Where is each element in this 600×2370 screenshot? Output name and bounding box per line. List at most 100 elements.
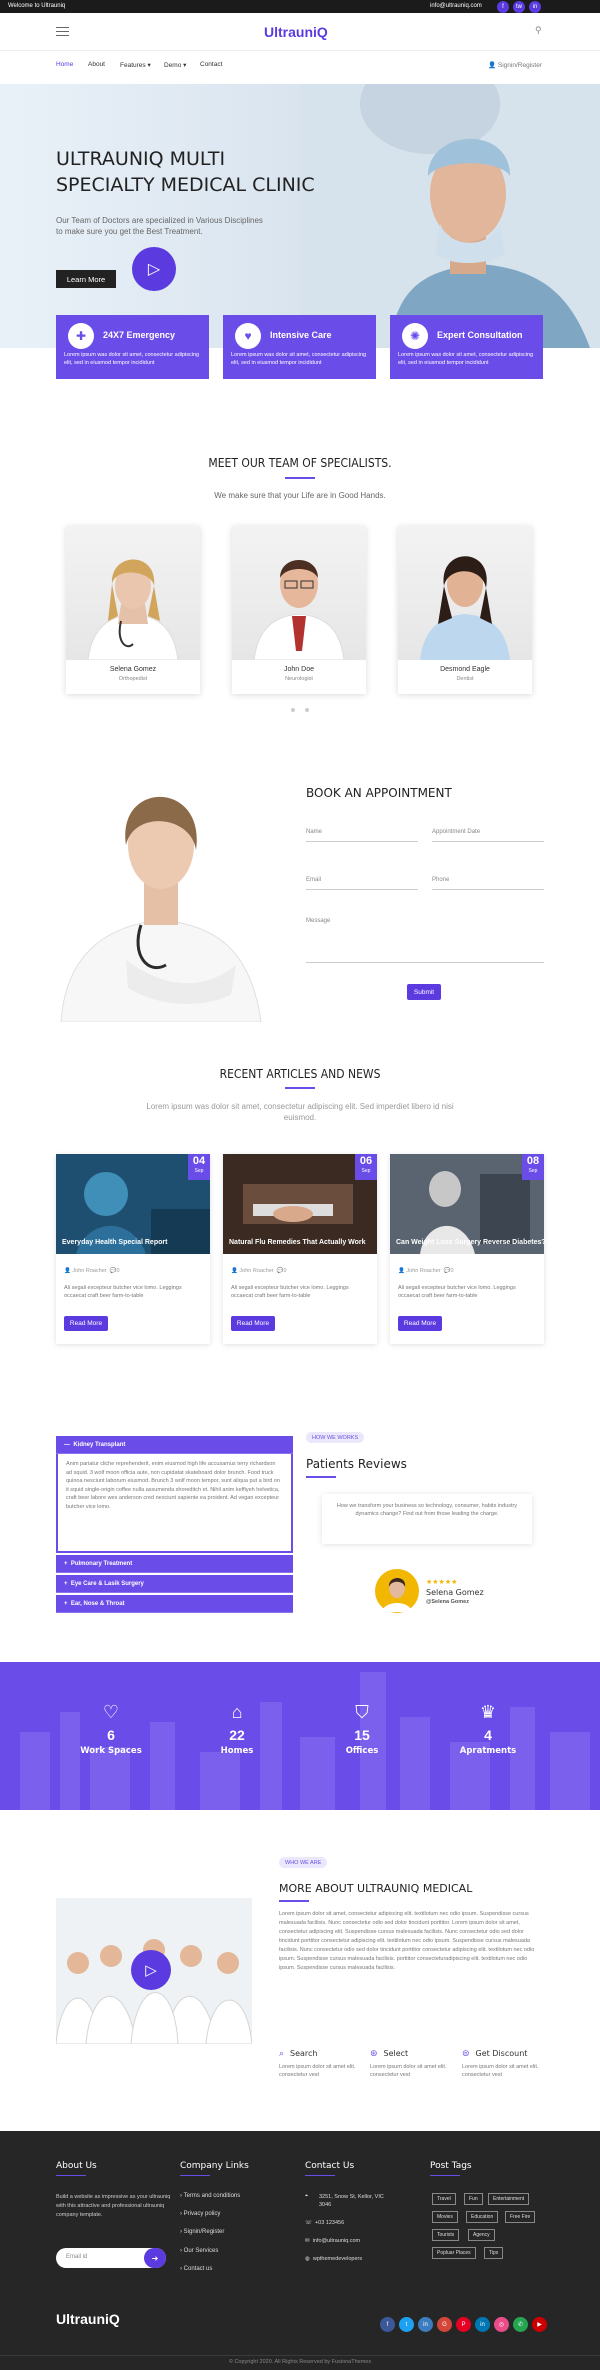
website[interactable]: ◍ wpthemedevelopers [305,2256,362,2262]
footer-link[interactable]: › Our Services [180,2248,218,2254]
accordion-body: Anim pariatur cliche reprehenderit, enim… [56,1454,293,1553]
post-tag[interactable]: Tips [484,2247,504,2259]
linkedin-icon[interactable]: in [529,1,541,13]
date-badge: 08 Sep [522,1154,544,1180]
team-subtitle: We make sure that your Life are in Good … [214,491,386,500]
nav-features[interactable]: Features ▾ [120,61,151,69]
signin-link[interactable]: 👤 Signin/Register [488,61,542,69]
service-card[interactable]: ✺ Expert Consultation Lorem ipsum was do… [390,315,543,379]
feature-discount: ⊜ Get Discount Lorem ipsum dolor sit ame… [462,2048,539,2078]
footer-link[interactable]: › Terms and conditions [180,2193,240,2199]
top-bar: Welcome to Ultrauniq info@ultrauniq.com … [0,0,600,13]
search-icon[interactable]: ⚲ [535,25,542,36]
appointment-date-input[interactable]: Appointment Date [432,829,544,842]
learn-more-button[interactable]: Learn More [56,270,116,288]
stats-banner: ♡ 6 Work Spaces ⌂ 22 Homes ⛉ 15 Offices ♛ 4 Apra… [0,1662,600,1810]
menu-icon[interactable] [56,27,69,36]
team-member-card[interactable]: John Doe Neurologist [232,526,366,694]
twitter-icon[interactable]: t [399,2317,414,2332]
message-textarea[interactable]: Message [306,918,544,963]
submit-button[interactable]: Submit [407,984,441,1000]
carousel-dot[interactable] [305,708,309,712]
surgeon-photo [300,84,600,348]
post-tag[interactable]: Tourists [432,2229,460,2241]
team-member-card[interactable]: Selena Gomez Orthopedist [66,526,200,694]
carousel-dot[interactable] [291,708,295,712]
arrow-right-icon[interactable]: ➜ [144,2248,166,2268]
read-more-button[interactable]: Read More [398,1316,442,1331]
post-tag[interactable]: Free Fire [505,2211,536,2223]
post-tag[interactable]: Popluar Places [432,2247,476,2259]
shield-icon: ⛉ [355,1702,369,1722]
location-icon: ⌖ [305,2193,309,2199]
stat-item: ♛ 4 Apratments [428,1702,548,1756]
feature-search: ⌕ Search Lorem ipsum dolor sit amet elit… [279,2048,356,2078]
brand-logo[interactable]: UltrauniQ [264,24,328,40]
read-more-button[interactable]: Read More [231,1316,275,1331]
article-card[interactable]: Everyday Health Special Report 04 Sep 👤 J… [56,1154,210,1344]
name-input[interactable]: Name [306,829,418,842]
facebook-icon[interactable]: f [497,1,509,13]
articles-title: RECENT ARTICLES AND NEWS [219,1067,381,1081]
accordion-header[interactable]: + Pulmonary Treatment [56,1555,293,1573]
linkedin-icon[interactable]: in [418,2317,433,2332]
discount-icon: ⊜ [462,2048,470,2058]
email[interactable]: ✉ info@ultrauniq.com [305,2238,360,2244]
copyright: © Copyright 2020. All Rights Reserved by… [228,2359,372,2365]
phone: ☏ +03 123456 [305,2220,345,2226]
welcome-text: Welcome to Ultrauniq [8,3,66,9]
accordion-header[interactable]: + Ear, Nose & Throat [56,1595,293,1613]
post-tag[interactable]: Movies [432,2211,458,2223]
lightbulb-icon: ✺ [402,323,428,349]
nav-home[interactable]: Home [56,61,73,68]
appointment-title: BOOK AN APPOINTMENT [306,786,452,800]
nav-about[interactable]: About [88,61,105,68]
footer: About Us Build a website as impressive a… [0,2131,600,2370]
youtube-icon[interactable]: ▶ [532,2317,547,2332]
service-card[interactable]: ♥ Intensive Care Lorem ipsum was dolor s… [223,315,376,379]
post-tag[interactable]: Entertainment [488,2193,530,2205]
team-member-card[interactable]: Desmond Eagle Dentist [398,526,532,694]
facebook-icon[interactable]: f [380,2317,395,2332]
reviews-title: Patients Reviews [306,1457,407,1471]
footer-logo[interactable]: UltrauniQ [56,2311,120,2327]
read-more-button[interactable]: Read More [64,1316,108,1331]
twitter-icon[interactable]: tw [513,1,525,13]
bank-icon: ⌂ [231,1702,243,1722]
stat-item: ♡ 6 Work Spaces [51,1702,171,1756]
linkedin-alt-icon[interactable]: in [475,2317,490,2332]
google-icon[interactable]: G [437,2317,452,2332]
nav-contact[interactable]: Contact [200,61,222,68]
topbar-email[interactable]: info@ultrauniq.com [430,3,482,9]
heart-icon: ♡ [102,1702,120,1722]
nav-demo[interactable]: Demo ▾ [164,61,186,69]
pinterest-icon[interactable]: P [456,2317,471,2332]
email-input[interactable]: Email [306,877,418,890]
post-tag[interactable]: Education [466,2211,499,2223]
article-card[interactable]: Natural Flu Remedies That Actually Work … [223,1154,377,1344]
doctor-photo [398,526,532,660]
service-card[interactable]: ✚ 24X7 Emergency Lorem ipsum was dolor s… [56,315,209,379]
accordion-header[interactable]: + Eye Care & Lasik Surgery [56,1575,293,1593]
play-icon[interactable]: ▷ [132,247,176,291]
footer-link[interactable]: › Signin/Register [180,2229,224,2235]
review-quote: How we transform your business so techno… [322,1494,532,1544]
footer-link[interactable]: › Contact us [180,2266,212,2272]
article-card[interactable]: Can Weight Loss Surgery Reverse Diabetes… [390,1154,546,1344]
hero-title: ULTRAUNIQ MULTI SPECIALTY MEDICAL CLINIC [56,148,315,196]
footer-link[interactable]: › Privacy policy [180,2211,220,2217]
play-icon[interactable]: ▷ [131,1950,171,1990]
whatsapp-icon[interactable]: ✆ [513,2317,528,2332]
dribbble-icon[interactable]: ◎ [494,2317,509,2332]
post-tag[interactable]: Agency [468,2229,495,2241]
hero-subtitle: Our Team of Doctors are specialized in V… [56,216,263,236]
stat-item: ⌂ 22 Homes [177,1702,297,1756]
reviewer-handle: @Selena Gomez [426,1599,469,1605]
articles-subtitle: Lorem ipsum was dolor sit amet, consecte… [146,1102,454,1122]
phone-input[interactable]: Phone [432,877,544,890]
section-badge: WHO WE ARE [279,1857,328,1868]
post-tag[interactable]: Travel [432,2193,456,2205]
post-tag[interactable]: Fun [464,2193,483,2205]
date-badge: 04 Sep [188,1154,210,1180]
accordion-header[interactable]: — Kidney Transplant [56,1436,293,1454]
